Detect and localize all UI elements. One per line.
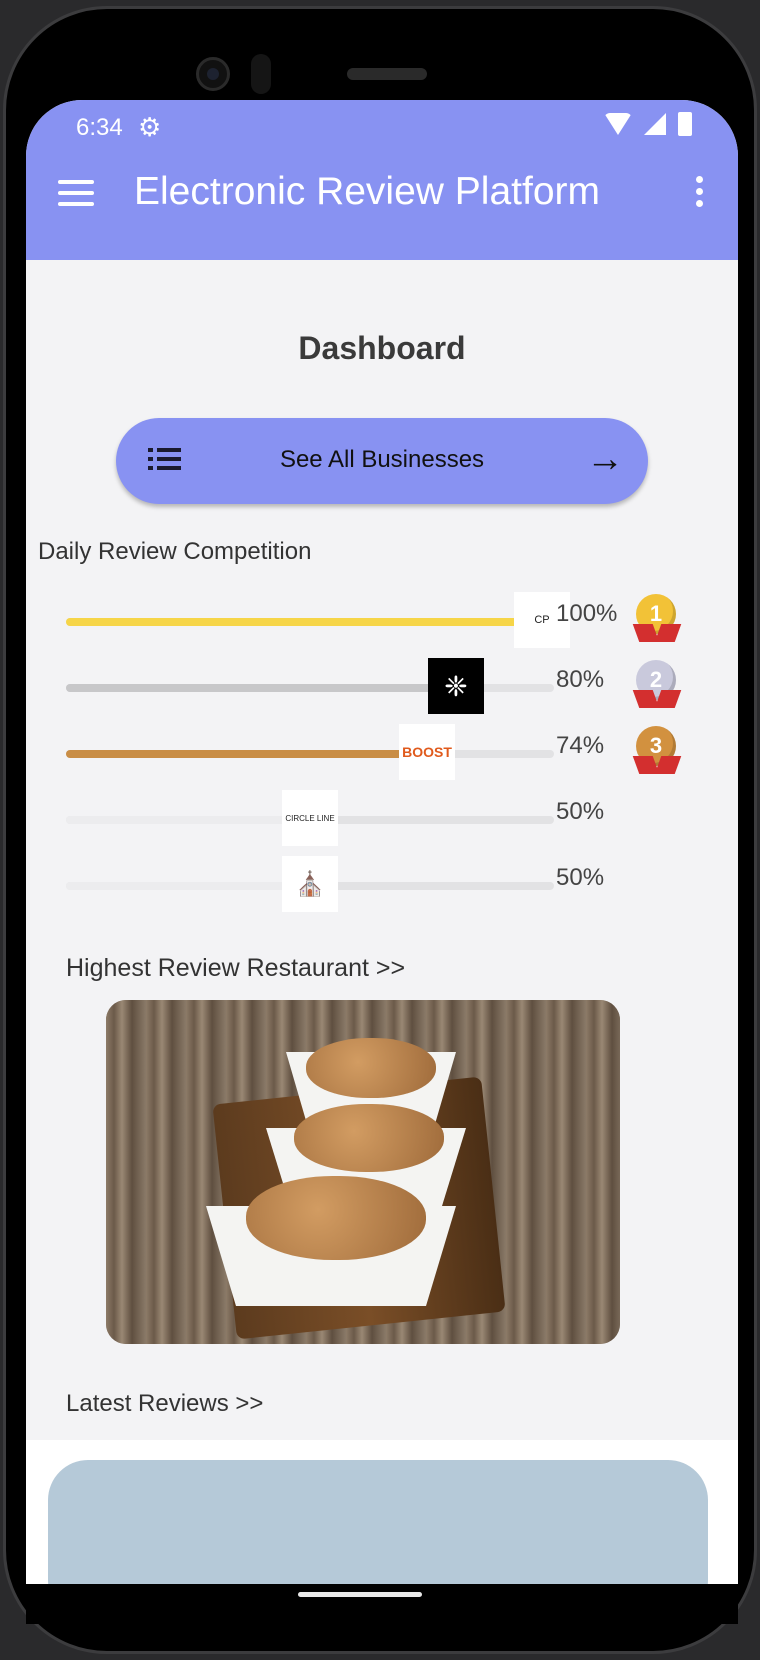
signal-icon	[644, 113, 666, 135]
progress-track	[66, 750, 554, 758]
app-screen: 6:34 ⚙ Electronic Review Platform Dashbo…	[26, 100, 738, 1584]
wifi-icon	[604, 113, 632, 135]
muffin	[246, 1176, 426, 1260]
page-title: Dashboard	[298, 330, 466, 366]
business-logo: ❈	[428, 658, 484, 714]
progress-fill	[66, 684, 456, 692]
menu-hamburger-icon[interactable]	[58, 180, 94, 206]
proximity-sensor	[251, 54, 271, 94]
highest-review-link[interactable]: Highest Review Restaurant >>	[66, 954, 405, 983]
medal-ribbon	[636, 690, 680, 710]
progress-fill	[66, 882, 310, 890]
overflow-menu-icon[interactable]	[696, 176, 704, 210]
restaurant-image[interactable]	[106, 1000, 620, 1344]
muffin	[306, 1038, 436, 1098]
battery-icon	[678, 112, 692, 136]
competition-row[interactable]: BOOST 74% 3	[26, 724, 738, 784]
competition-row[interactable]: CP 100% 1	[26, 592, 738, 652]
navigation-bar	[26, 1584, 738, 1624]
arrow-right-icon: →	[586, 438, 624, 480]
business-logo: ⛪	[282, 856, 338, 912]
competition-label: Daily Review Competition	[38, 538, 312, 565]
competition-percent: 50%	[556, 864, 605, 891]
progress-track	[66, 618, 554, 626]
competition-percent: 74%	[556, 732, 605, 759]
review-item[interactable]	[48, 1460, 708, 1584]
settings-gear-icon: ⚙	[138, 112, 162, 142]
status-icons	[604, 112, 692, 136]
competition-row[interactable]: ⛪ 50%	[26, 856, 738, 916]
latest-review-card	[26, 1440, 738, 1584]
competition-row[interactable]: ❈ 80% 2	[26, 658, 738, 718]
see-all-businesses-label: See All Businesses	[279, 446, 485, 473]
muffin	[294, 1104, 444, 1172]
competition-row[interactable]: CIRCLE LINE 50%	[26, 790, 738, 850]
earpiece-speaker	[347, 68, 427, 80]
medal-ribbon	[636, 756, 680, 776]
competition-percent: 80%	[556, 666, 605, 693]
competition-percent: 100%	[556, 600, 618, 627]
competition-percent: 50%	[556, 798, 605, 825]
home-gesture-handle[interactable]	[298, 1592, 422, 1597]
business-logo: BOOST	[399, 724, 455, 780]
app-title: Electronic Review Platform	[134, 170, 600, 213]
see-all-businesses-button[interactable]: See All Businesses →	[116, 418, 648, 504]
progress-fill	[66, 816, 310, 824]
progress-fill	[66, 750, 427, 758]
front-camera	[196, 57, 230, 91]
business-logo: CIRCLE LINE	[282, 790, 338, 846]
app-bar: 6:34 ⚙ Electronic Review Platform	[26, 100, 738, 260]
status-time: 6:34	[76, 114, 123, 141]
latest-reviews-link[interactable]: Latest Reviews >>	[66, 1390, 263, 1418]
medal-ribbon	[636, 624, 680, 644]
progress-fill	[66, 618, 554, 626]
